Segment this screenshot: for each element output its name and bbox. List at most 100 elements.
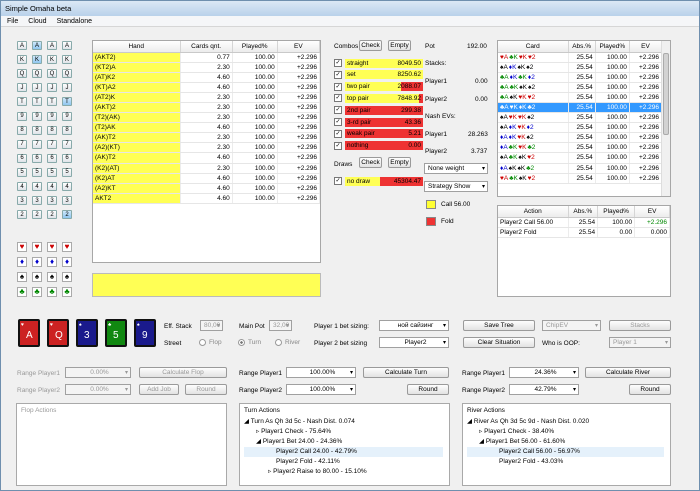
suit-button[interactable]: ♠ <box>17 272 27 282</box>
tree-node[interactable]: ▹ Player2 Raise to 80.00 - 15.10% <box>244 467 449 477</box>
table-row[interactable]: ♣A♠K♥K♥2 25.54 100.00 +2.296 <box>498 92 663 103</box>
rank-button[interactable]: T <box>62 97 72 107</box>
river-range-p1-input[interactable]: 24.36% <box>509 367 579 378</box>
table-row[interactable]: ♣A♦K♣K♦2 25.54 100.00 +2.296 <box>498 72 663 83</box>
p1-sizing-dropdown[interactable]: ной сайзинг <box>379 320 449 331</box>
eff-stack-input[interactable]: 80,00 <box>200 320 223 331</box>
rank-button[interactable]: 5 <box>62 167 72 177</box>
rank-button[interactable]: J <box>17 83 27 93</box>
p2-sizing-dropdown[interactable]: Player2 <box>379 337 449 348</box>
rank-button[interactable]: 2 <box>32 210 42 220</box>
table-row[interactable]: (T2)AK 4.60 100.00 +2.296 <box>93 122 320 134</box>
rank-button[interactable]: A <box>32 41 42 50</box>
main-pot-input[interactable]: 32,00 <box>269 320 292 331</box>
rank-button[interactable]: 3 <box>17 196 27 206</box>
stacks-button[interactable]: Stacks <box>609 320 671 331</box>
save-tree-button[interactable]: Save Tree <box>463 320 535 331</box>
table-row[interactable]: (K2)(AT) 2.30 100.00 +2.296 <box>93 163 320 174</box>
table-row[interactable]: ♦A♣K♥K♣2 25.54 100.00 +2.296 <box>498 142 663 154</box>
street-turn-radio[interactable]: Turn <box>238 339 261 346</box>
board-card[interactable]: ♠ 3 <box>76 319 98 347</box>
suit-button[interactable]: ♣ <box>17 287 27 297</box>
suit-button[interactable]: ♦ <box>17 257 27 267</box>
board-card[interactable]: ♠ 9 <box>134 319 156 347</box>
table-row[interactable]: (AK)T2 2.30 100.00 +2.296 <box>93 132 320 144</box>
suit-button[interactable]: ♥ <box>17 242 27 252</box>
col-action-played[interactable]: Played% <box>597 206 636 218</box>
suit-button[interactable]: ♦ <box>32 257 42 267</box>
rank-button[interactable]: K <box>32 55 42 65</box>
suit-button[interactable]: ♥ <box>47 242 57 252</box>
flop-round-button[interactable]: Round <box>185 384 227 395</box>
rank-button[interactable]: 2 <box>17 210 27 220</box>
rank-button[interactable]: 8 <box>32 125 42 135</box>
suit-button[interactable]: ♠ <box>32 272 42 282</box>
street-river-radio[interactable]: River <box>275 339 300 346</box>
table-row[interactable]: ♥A♣K♠K♥2 25.54 100.00 +2.296 <box>498 173 663 184</box>
board-card[interactable]: ♣ 5 <box>105 319 127 347</box>
rank-button[interactable]: K <box>17 55 27 65</box>
rank-button[interactable]: Q <box>17 69 27 79</box>
table-row[interactable]: (K2)AT 4.60 100.00 +2.296 <box>93 173 320 184</box>
table-row[interactable]: (T2)(AK) 2.30 100.00 +2.296 <box>93 112 320 124</box>
rank-button[interactable]: 4 <box>62 182 72 191</box>
table-row[interactable]: ♦A♠K♠K♣2 25.54 100.00 +2.296 <box>498 163 663 174</box>
combos-check-button[interactable]: Check <box>359 40 382 51</box>
col-played[interactable]: Played% <box>232 41 278 53</box>
table-row[interactable]: ♥A♣K♥K♥2 25.54 100.00 +2.296 <box>498 52 663 63</box>
river-round-button[interactable]: Round <box>629 384 671 395</box>
rank-button[interactable]: 9 <box>47 111 57 121</box>
table-row[interactable]: ♣A♣K♠K♠2 25.54 100.00 +2.296 <box>498 82 663 93</box>
table-row[interactable]: (AT)K2 4.60 100.00 +2.296 <box>93 72 320 83</box>
table-row[interactable]: (AKT2) 0.77 100.00 +2.296 <box>93 52 320 63</box>
street-flop-radio[interactable]: Flop <box>199 339 222 346</box>
table-row[interactable]: (AKT)2 2.30 100.00 +2.296 <box>93 102 320 114</box>
tree-node[interactable]: Player2 Fold - 42.11% <box>244 457 449 467</box>
col-card[interactable]: Card <box>498 41 569 53</box>
table-row[interactable]: ♠A♦K♥K♦2 25.54 100.00 +2.296 <box>498 122 663 134</box>
rank-button[interactable]: 3 <box>62 196 72 206</box>
rank-button[interactable]: A <box>17 41 27 50</box>
rank-button[interactable]: 6 <box>62 153 72 163</box>
rank-button[interactable]: 4 <box>32 182 42 191</box>
suit-button[interactable]: ♠ <box>47 272 57 282</box>
table-row[interactable]: (AK)T2 4.60 100.00 +2.296 <box>93 152 320 164</box>
combo-row[interactable]: ✓ top pair 7848.92 <box>334 93 423 103</box>
checkbox[interactable]: ✓ <box>334 59 342 67</box>
rank-button[interactable]: 7 <box>17 139 27 149</box>
clear-situation-button[interactable]: Clear Situation <box>463 337 535 348</box>
rank-button[interactable]: K <box>62 55 72 65</box>
rank-button[interactable]: 4 <box>47 182 57 191</box>
rank-button[interactable]: 3 <box>47 196 57 206</box>
rank-button[interactable]: K <box>47 55 57 65</box>
checkbox[interactable]: ✓ <box>334 94 342 103</box>
checkbox[interactable]: ✓ <box>334 82 342 91</box>
tree-node[interactable]: ◢ Player1 Bet 24.00 - 24.36% <box>244 437 449 447</box>
rank-button[interactable]: 3 <box>32 196 42 206</box>
suit-button[interactable]: ♣ <box>62 287 72 297</box>
draws-empty-button[interactable]: Empty <box>388 157 411 168</box>
calculate-river-button[interactable]: Calculate River <box>585 367 671 378</box>
suit-button[interactable]: ♠ <box>62 272 72 282</box>
flop-range-p2-input[interactable]: 0.00% <box>65 384 131 395</box>
tree-node[interactable]: ▹ Player1 Check - 38.40% <box>467 427 670 437</box>
combo-row[interactable]: ✓ weak pair 5.21 <box>334 129 423 139</box>
weight-dropdown[interactable]: None weight <box>424 163 488 174</box>
rank-button[interactable]: 8 <box>47 125 57 135</box>
oop-dropdown[interactable]: Player 1 <box>609 337 671 348</box>
tree-node[interactable]: ◢ Turn As Qh 3d 5c - Nash Dist. 0.074 <box>244 417 449 427</box>
rank-button[interactable]: A <box>62 41 72 50</box>
turn-actions-panel[interactable]: Turn Actions ◢ Turn As Qh 3d 5c - Nash D… <box>239 403 450 486</box>
rank-button[interactable]: A <box>47 41 57 50</box>
combo-row[interactable]: ✓ straight 8049.50 <box>334 58 423 68</box>
combos-empty-button[interactable]: Empty <box>388 40 411 51</box>
tree-node[interactable]: ◢ River As Qh 3d 5c 9d - Nash Dist. 0.02… <box>467 417 670 427</box>
rank-button[interactable]: 2 <box>47 210 57 220</box>
rank-button[interactable]: 6 <box>17 153 27 163</box>
table-row[interactable]: ♠A♥K♥K♠2 25.54 100.00 +2.296 <box>498 112 663 124</box>
rank-button[interactable]: 9 <box>62 111 72 121</box>
chipev-dropdown[interactable]: ChipEV <box>542 320 601 331</box>
card-table-scrollbar[interactable] <box>661 41 670 196</box>
turn-round-button[interactable]: Round <box>407 384 449 395</box>
combo-row[interactable]: ✓ set 8250.62 <box>334 70 423 80</box>
